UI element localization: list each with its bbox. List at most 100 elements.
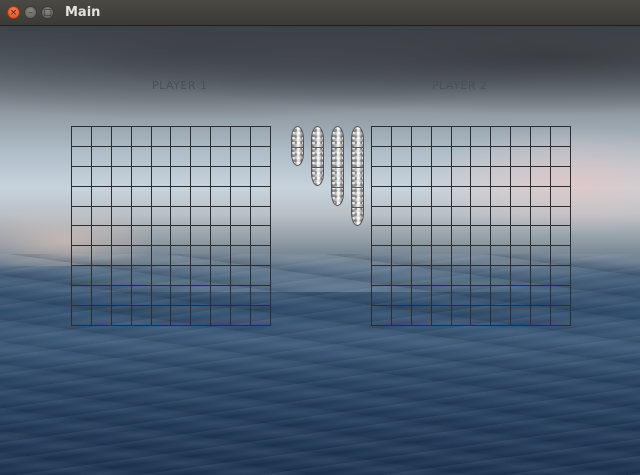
- grid-cell[interactable]: [111, 226, 132, 247]
- grid-cell[interactable]: [471, 186, 492, 207]
- grid-cell[interactable]: [211, 186, 232, 207]
- grid-cell[interactable]: [111, 286, 132, 307]
- grid-cell[interactable]: [531, 306, 552, 326]
- grid-cell[interactable]: [511, 286, 532, 307]
- grid-cell[interactable]: [191, 306, 212, 326]
- grid-cell[interactable]: [511, 206, 532, 227]
- grid-cell[interactable]: [111, 206, 132, 227]
- minimize-window-button[interactable]: –: [24, 6, 37, 19]
- grid-cell[interactable]: [191, 266, 212, 287]
- grid-cell[interactable]: [451, 306, 472, 326]
- grid-cell[interactable]: [531, 166, 552, 187]
- grid-cell[interactable]: [372, 306, 392, 326]
- grid-cell[interactable]: [411, 266, 432, 287]
- grid-cell[interactable]: [471, 306, 492, 326]
- ship-4[interactable]: [331, 126, 344, 206]
- grid-cell[interactable]: [511, 246, 532, 267]
- grid-cell[interactable]: [551, 286, 571, 307]
- grid-cell[interactable]: [151, 166, 172, 187]
- grid-cell[interactable]: [231, 127, 252, 147]
- grid-cell[interactable]: [491, 186, 512, 207]
- grid-cell[interactable]: [231, 286, 252, 307]
- grid-cell[interactable]: [131, 146, 152, 167]
- grid-cell[interactable]: [151, 306, 172, 326]
- grid-cell[interactable]: [372, 286, 392, 307]
- grid-cell[interactable]: [372, 166, 392, 187]
- ship-3[interactable]: [311, 126, 324, 186]
- title-bar[interactable]: × – □ Main: [0, 0, 640, 26]
- grid-cell[interactable]: [151, 206, 172, 227]
- grid-cell[interactable]: [491, 266, 512, 287]
- grid-cell[interactable]: [191, 226, 212, 247]
- grid-cell[interactable]: [72, 186, 92, 207]
- grid-cell[interactable]: [91, 146, 112, 167]
- grid-cell[interactable]: [91, 246, 112, 267]
- grid-cell[interactable]: [251, 146, 271, 167]
- grid-cell[interactable]: [251, 186, 271, 207]
- grid-cell[interactable]: [471, 127, 492, 147]
- grid-cell[interactable]: [131, 127, 152, 147]
- grid-cell[interactable]: [411, 246, 432, 267]
- grid-cell[interactable]: [251, 127, 271, 147]
- grid-cell[interactable]: [431, 206, 452, 227]
- grid-cell[interactable]: [151, 286, 172, 307]
- grid-cell[interactable]: [171, 186, 192, 207]
- ship-2[interactable]: [291, 126, 304, 166]
- grid-cell[interactable]: [511, 146, 532, 167]
- grid-cell[interactable]: [372, 146, 392, 167]
- grid-cell[interactable]: [391, 306, 412, 326]
- grid-cell[interactable]: [491, 127, 512, 147]
- grid-cell[interactable]: [171, 127, 192, 147]
- grid-cell[interactable]: [471, 146, 492, 167]
- grid-cell[interactable]: [171, 226, 192, 247]
- grid-cell[interactable]: [211, 266, 232, 287]
- grid-cell[interactable]: [91, 186, 112, 207]
- grid-cell[interactable]: [391, 166, 412, 187]
- grid-cell[interactable]: [451, 226, 472, 247]
- grid-cell[interactable]: [72, 246, 92, 267]
- grid-cell[interactable]: [171, 306, 192, 326]
- grid-cell[interactable]: [491, 166, 512, 187]
- grid-cell[interactable]: [471, 206, 492, 227]
- grid-cell[interactable]: [431, 306, 452, 326]
- grid-cell[interactable]: [131, 166, 152, 187]
- grid-cell[interactable]: [372, 186, 392, 207]
- grid-cell[interactable]: [111, 246, 132, 267]
- grid-cell[interactable]: [511, 186, 532, 207]
- grid-cell[interactable]: [451, 166, 472, 187]
- grid-cell[interactable]: [471, 246, 492, 267]
- grid-cell[interactable]: [471, 266, 492, 287]
- grid-cell[interactable]: [131, 186, 152, 207]
- grid-cell[interactable]: [111, 306, 132, 326]
- grid-cell[interactable]: [111, 127, 132, 147]
- grid-cell[interactable]: [251, 166, 271, 187]
- grid-cell[interactable]: [411, 206, 432, 227]
- grid-cell[interactable]: [111, 146, 132, 167]
- ship-5[interactable]: [351, 126, 364, 226]
- grid-cell[interactable]: [191, 206, 212, 227]
- grid-cell[interactable]: [211, 127, 232, 147]
- grid-cell[interactable]: [211, 286, 232, 307]
- grid-cell[interactable]: [511, 127, 532, 147]
- grid-cell[interactable]: [151, 226, 172, 247]
- grid-cell[interactable]: [211, 206, 232, 227]
- grid-cell[interactable]: [411, 166, 432, 187]
- grid-cell[interactable]: [391, 206, 412, 227]
- grid-cell[interactable]: [451, 186, 472, 207]
- grid-cell[interactable]: [91, 286, 112, 307]
- grid-cell[interactable]: [431, 266, 452, 287]
- grid-cell[interactable]: [191, 146, 212, 167]
- grid-cell[interactable]: [111, 166, 132, 187]
- grid-cell[interactable]: [72, 146, 92, 167]
- grid-cell[interactable]: [411, 286, 432, 307]
- grid-cell[interactable]: [251, 306, 271, 326]
- grid-cell[interactable]: [391, 266, 412, 287]
- grid-cell[interactable]: [451, 266, 472, 287]
- grid-cell[interactable]: [372, 246, 392, 267]
- grid-cell[interactable]: [391, 127, 412, 147]
- grid-cell[interactable]: [231, 166, 252, 187]
- player-1-grid[interactable]: [71, 126, 271, 326]
- grid-cell[interactable]: [91, 166, 112, 187]
- grid-cell[interactable]: [491, 146, 512, 167]
- grid-cell[interactable]: [191, 246, 212, 267]
